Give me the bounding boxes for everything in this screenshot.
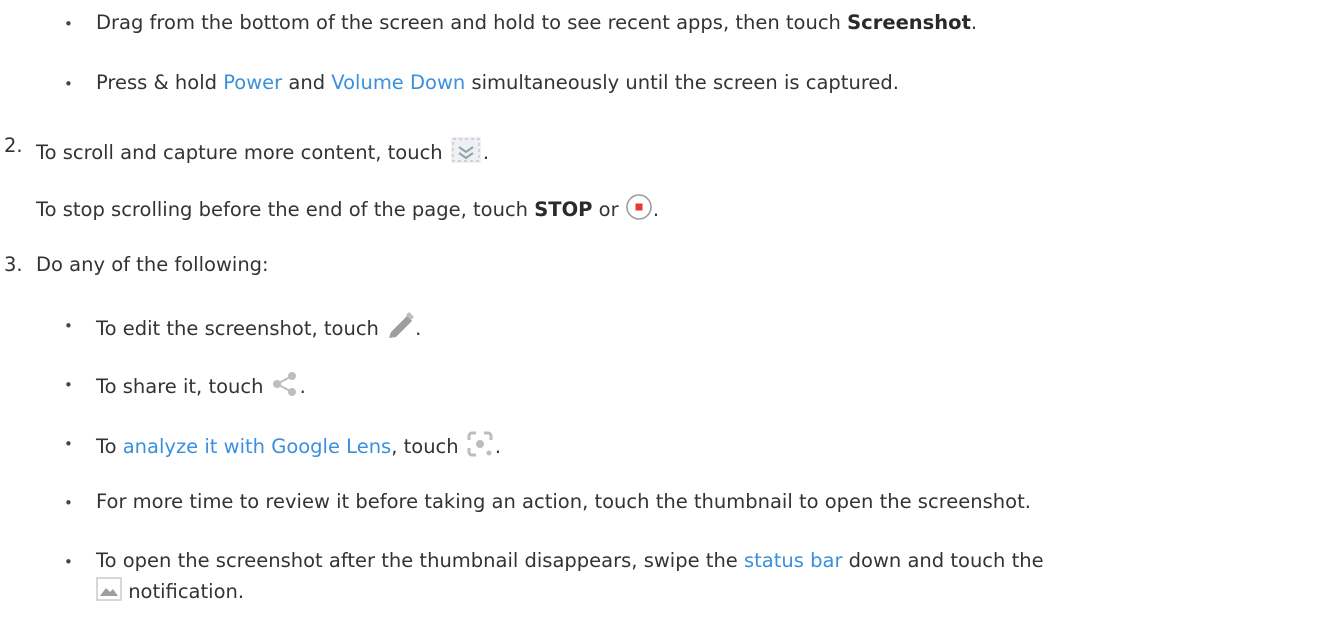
list-item: To scroll and capture more content, touc… (36, 135, 489, 172)
list-item-continuation: notification. (96, 577, 244, 608)
list-item: To stop scrolling before the end of the … (36, 193, 659, 228)
bullet-marker: • (64, 15, 73, 33)
instructions-page: • Drag from the bottom of the screen and… (0, 0, 1341, 626)
google-lens-link[interactable]: analyze it with Google Lens (123, 435, 391, 458)
scroll-capture-icon (449, 135, 483, 172)
stop-label: STOP (534, 198, 593, 221)
list-item: Press & hold Power and Volume Down simul… (96, 71, 899, 94)
image-notification-icon (96, 577, 122, 608)
share-icon (270, 371, 300, 404)
bullet-marker: • (64, 317, 73, 335)
list-item: To analyze it with Google Lens, touch . (96, 430, 501, 465)
stop-record-icon (625, 193, 653, 228)
bullet-marker: • (64, 435, 73, 453)
step-number: 3. (4, 253, 23, 276)
volume-down-link[interactable]: Volume Down (331, 71, 465, 94)
power-link[interactable]: Power (223, 71, 282, 94)
bullet-marker: • (64, 553, 73, 571)
list-item: To open the screenshot after the thumbna… (96, 549, 1044, 572)
status-bar-link[interactable]: status bar (744, 549, 842, 572)
google-lens-icon (465, 430, 495, 465)
bullet-marker: • (64, 75, 73, 93)
list-item: For more time to review it before taking… (96, 490, 1031, 513)
list-item: To edit the screenshot, touch . (96, 312, 421, 347)
list-item: To share it, touch . (96, 371, 306, 404)
bullet-marker: • (64, 376, 73, 394)
screenshot-label: Screenshot (847, 11, 971, 34)
bullet-marker: • (64, 494, 73, 512)
pencil-icon (385, 312, 415, 347)
list-item: Drag from the bottom of the screen and h… (96, 11, 978, 34)
list-item: Do any of the following: (36, 253, 269, 276)
step-number: 2. (4, 134, 23, 157)
